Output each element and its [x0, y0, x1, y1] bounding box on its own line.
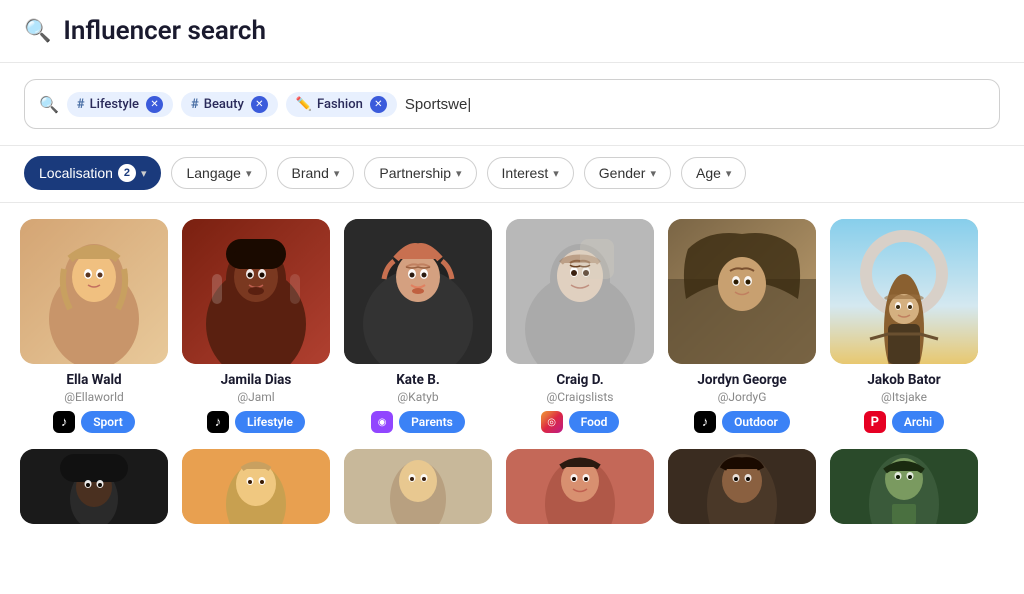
tiktok-icon: ♪ [53, 411, 75, 433]
card-name-jamila: Jamila Dias [221, 372, 292, 388]
badge-lifestyle: Lifestyle [235, 411, 305, 433]
card-image-jordyn [668, 219, 816, 364]
instagram-icon: ◎ [541, 411, 563, 433]
search-input[interactable] [405, 96, 985, 113]
card-jakob-bator[interactable]: Jakob Bator @Itsjake P Archi [830, 219, 978, 433]
chevron-down-icon: ▾ [650, 167, 656, 180]
card-image-kate [344, 219, 492, 364]
card-row2-2[interactable] [182, 449, 330, 532]
influencer-row-1: Ella Wald @Ellaworld ♪ Sport [20, 219, 1004, 433]
card-meta-jamila: ♪ Lifestyle [207, 411, 305, 433]
card-jamila-dias[interactable]: Jamila Dias @Jaml ♪ Lifestyle [182, 219, 330, 433]
tag-label-beauty: Beauty [204, 97, 244, 112]
card-meta-craig: ◎ Food [541, 411, 620, 433]
filter-langage-label: Langage [186, 165, 241, 181]
card-kate-b[interactable]: Kate B. @Katyb ◉ Parents [344, 219, 492, 433]
card-row2-4[interactable] [506, 449, 654, 532]
filter-partnership[interactable]: Partnership ▾ [364, 157, 476, 189]
card-row2-5[interactable] [668, 449, 816, 532]
card-meta-jordyn: ♪ Outdoor [694, 411, 790, 433]
chevron-down-icon: ▾ [334, 167, 340, 180]
card-handle-craig: @Craigslists [547, 390, 614, 404]
card-meta-kate: ◉ Parents [371, 411, 465, 433]
search-bar[interactable]: 🔍 # Lifestyle ✕ # Beauty ✕ ✏️ Fashion ✕ [24, 79, 1000, 129]
tag-prefix-fashion: ✏️ [296, 97, 312, 112]
tag-fashion: ✏️ Fashion ✕ [286, 92, 397, 117]
card-image-row2-6 [830, 449, 978, 524]
chevron-down-icon: ▾ [246, 167, 252, 180]
card-meta-jakob: P Archi [864, 411, 944, 433]
search-section: 🔍 # Lifestyle ✕ # Beauty ✕ ✏️ Fashion ✕ [0, 63, 1024, 146]
tag-prefix-beauty: # [191, 97, 199, 112]
tag-close-fashion[interactable]: ✕ [370, 96, 387, 113]
card-craig-d[interactable]: Craig D. @Craigslists ◎ Food [506, 219, 654, 433]
filter-localisation-label: Localisation [39, 165, 113, 181]
filter-age-label: Age [696, 165, 721, 181]
filter-gender[interactable]: Gender ▾ [584, 157, 671, 189]
filter-interest[interactable]: Interest ▾ [487, 157, 574, 189]
tiktok-icon: ♪ [207, 411, 229, 433]
pinterest-icon: P [864, 411, 886, 433]
influencer-grid: Ella Wald @Ellaworld ♪ Sport [0, 203, 1024, 532]
card-image-row2-3 [344, 449, 492, 524]
influencer-row-2 [20, 449, 1004, 532]
filter-langage[interactable]: Langage ▾ [171, 157, 266, 189]
twitch-icon: ◉ [371, 411, 393, 433]
filter-localisation[interactable]: Localisation 2 ▾ [24, 156, 161, 190]
card-image-jakob [830, 219, 978, 364]
filter-gender-label: Gender [599, 165, 646, 181]
card-jordyn-george[interactable]: Jordyn George @JordyG ♪ Outdoor [668, 219, 816, 433]
badge-archi: Archi [892, 411, 944, 433]
card-handle-jakob: @Itsjake [881, 390, 927, 404]
filter-brand-label: Brand [292, 165, 329, 181]
tag-lifestyle: # Lifestyle ✕ [67, 92, 173, 117]
chevron-down-icon: ▾ [553, 167, 559, 180]
filter-partnership-label: Partnership [379, 165, 451, 181]
card-row2-1[interactable] [20, 449, 168, 532]
card-name-ella: Ella Wald [66, 372, 121, 388]
tag-prefix-lifestyle: # [77, 97, 85, 112]
card-handle-ella: @Ellaworld [64, 390, 124, 404]
card-ella-wald[interactable]: Ella Wald @Ellaworld ♪ Sport [20, 219, 168, 433]
card-handle-jordyn: @JordyG [718, 390, 767, 404]
badge-sport: Sport [81, 411, 135, 433]
card-image-row2-1 [20, 449, 168, 524]
tag-close-beauty[interactable]: ✕ [251, 96, 268, 113]
tag-beauty: # Beauty ✕ [181, 92, 278, 117]
page-title: Influencer search [63, 16, 266, 46]
search-icon-small: 🔍 [39, 95, 59, 114]
filter-brand[interactable]: Brand ▾ [277, 157, 355, 189]
card-row2-6[interactable] [830, 449, 978, 532]
card-name-craig: Craig D. [556, 372, 603, 388]
card-image-jamila [182, 219, 330, 364]
card-meta-ella: ♪ Sport [53, 411, 135, 433]
tiktok-icon: ♪ [694, 411, 716, 433]
card-image-craig [506, 219, 654, 364]
card-image-ella [20, 219, 168, 364]
card-name-jordyn: Jordyn George [697, 372, 786, 388]
badge-outdoor: Outdoor [722, 411, 790, 433]
badge-food: Food [569, 411, 620, 433]
card-image-row2-2 [182, 449, 330, 524]
filter-interest-label: Interest [502, 165, 549, 181]
header: 🔍 Influencer search [0, 0, 1024, 63]
filters-section: Localisation 2 ▾ Langage ▾ Brand ▾ Partn… [0, 146, 1024, 203]
card-handle-jamila: @Jaml [237, 390, 274, 404]
card-handle-kate: @Katyb [397, 390, 438, 404]
tag-label-fashion: Fashion [317, 97, 363, 112]
filter-localisation-badge: 2 [118, 164, 136, 182]
search-icon: 🔍 [24, 19, 51, 44]
filter-age[interactable]: Age ▾ [681, 157, 746, 189]
card-name-kate: Kate B. [396, 372, 440, 388]
tag-label-lifestyle: Lifestyle [90, 97, 139, 112]
chevron-down-icon: ▾ [726, 167, 732, 180]
card-image-row2-4 [506, 449, 654, 524]
chevron-down-icon: ▾ [456, 167, 462, 180]
card-image-row2-5 [668, 449, 816, 524]
tag-close-lifestyle[interactable]: ✕ [146, 96, 163, 113]
badge-parents: Parents [399, 411, 465, 433]
card-row2-3[interactable] [344, 449, 492, 532]
chevron-down-icon: ▾ [141, 167, 147, 180]
card-name-jakob: Jakob Bator [867, 372, 940, 388]
